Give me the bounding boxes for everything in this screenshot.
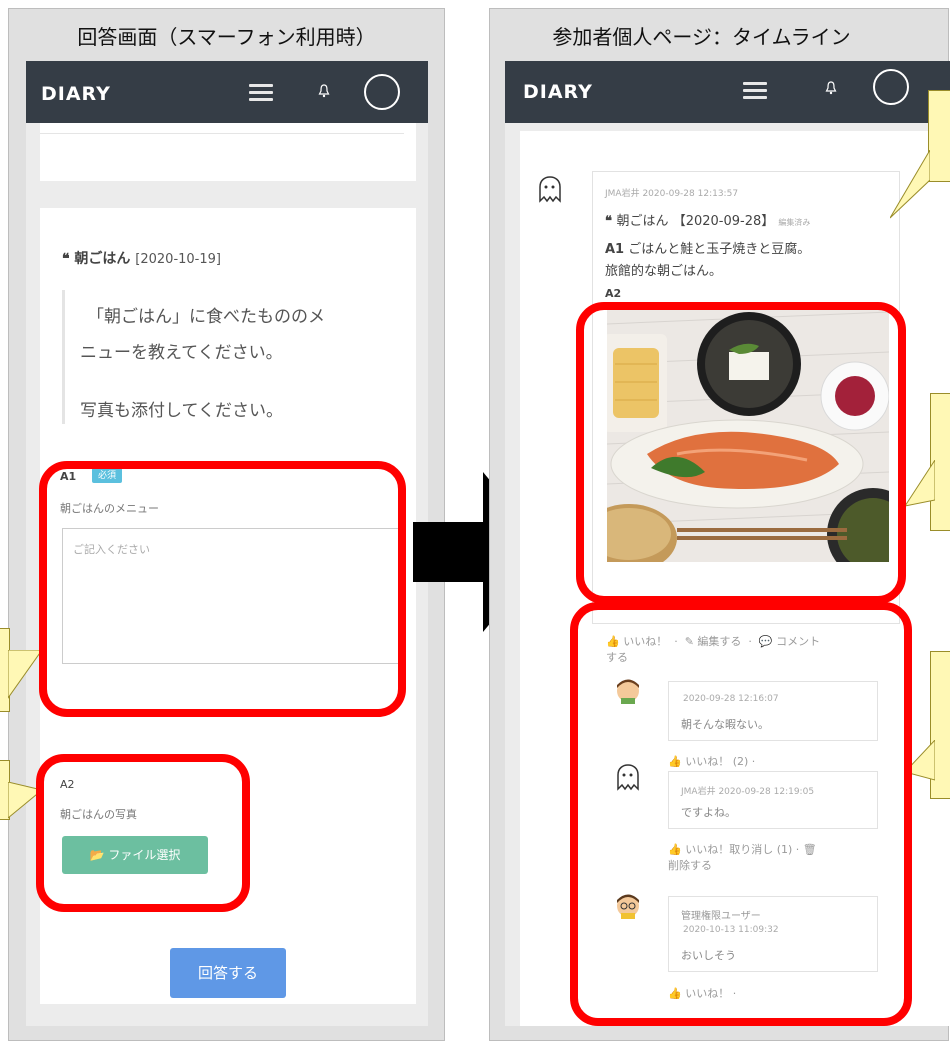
right-app-brand: DIARY — [523, 81, 593, 103]
submit-answer-button[interactable]: 回答する — [170, 948, 286, 998]
post-a2-label: A2 — [605, 287, 622, 300]
right-bell-icon[interactable] — [825, 81, 837, 95]
right-callout-1 — [928, 90, 950, 182]
right-app-bar: DIARY — [505, 61, 950, 123]
ghost-avatar-icon — [539, 176, 561, 203]
quote-icon: ❝ — [62, 251, 75, 267]
right-callout-1-pointer — [890, 150, 930, 219]
highlight-photo — [576, 302, 906, 604]
user-avatar-icon[interactable] — [364, 74, 400, 110]
question-title: ❝ 朝ごはん [2020-10-19] — [62, 251, 221, 267]
post-a1-line2: 旅館的な朝ごはん。 — [605, 264, 723, 279]
post-title: ❝ 朝ごはん 【2020-09-28】 編集済み — [605, 214, 811, 229]
left-panel-caption: 回答画面（スマーフォン利用時） — [77, 25, 376, 49]
left-app-brand: DIARY — [41, 83, 111, 105]
left-app-bar: DIARY — [26, 61, 428, 123]
hamburger-menu-icon[interactable] — [249, 84, 273, 102]
post-meta: JMA岩井 2020-09-28 12:13:57 — [605, 189, 739, 199]
right-hamburger-menu-icon[interactable] — [743, 82, 767, 100]
highlight-a1-input — [39, 461, 406, 717]
post-quote-icon: ❝ — [605, 214, 617, 229]
right-user-avatar-icon[interactable] — [873, 69, 909, 105]
highlight-a2-file — [36, 754, 250, 912]
previous-card — [40, 123, 416, 181]
question-body: 「朝ごはん」に食べたもののメ ニューを教えてください。 写真も添付してください。 — [62, 290, 405, 424]
right-callout-2-pointer — [905, 460, 935, 507]
post-a1: A1 ごはんと鮭と玉子焼きと豆腐。 — [605, 242, 811, 257]
bell-icon[interactable] — [318, 84, 330, 98]
right-panel-caption: 参加者個人ページ：タイムライン — [552, 25, 851, 49]
highlight-comments — [570, 602, 912, 1026]
